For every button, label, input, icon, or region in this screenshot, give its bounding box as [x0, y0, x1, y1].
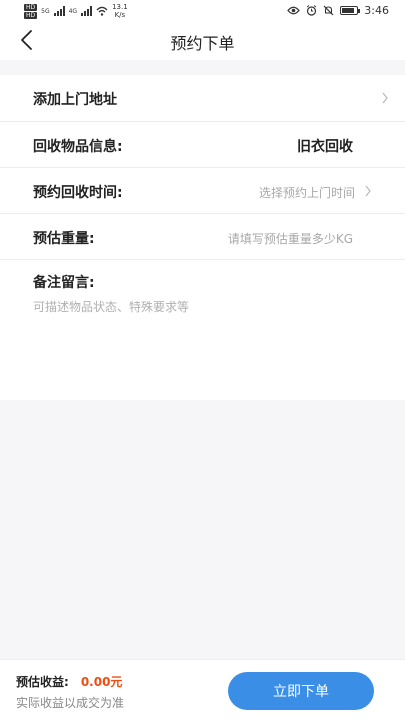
signal-icon [81, 6, 93, 16]
earnings-label: 预估收益: [16, 675, 69, 689]
network-5g-label: 5G [41, 7, 50, 15]
hd-badges: HD HD [24, 3, 38, 19]
item-info-label: 回收物品信息: [33, 139, 123, 155]
time-placeholder[interactable]: 选择预约上门时间 [259, 184, 355, 201]
submit-order-button[interactable]: 立即下单 [228, 672, 374, 710]
mute-icon [323, 5, 334, 16]
alarm-icon [306, 5, 317, 16]
nav-bar: 预约下单 [0, 22, 405, 60]
hd-badge: HD [24, 11, 38, 19]
status-time: 3:46 [364, 4, 389, 17]
signal-icon [53, 6, 65, 16]
network-speed: 13.1 K/s [112, 3, 128, 19]
time-label: 预约回收时间: [33, 185, 123, 201]
earnings-line: 预估收益: 0.00元 [16, 673, 122, 690]
status-right: 3:46 [287, 4, 389, 17]
time-row[interactable]: 预约回收时间: 选择预约上门时间 [0, 168, 405, 214]
hd-badge: HD [24, 3, 38, 11]
remark-section[interactable]: 备注留言: 可描述物品状态、特殊要求等 [0, 260, 405, 400]
earnings-value: 0.00元 [80, 675, 123, 689]
chevron-right-icon [365, 185, 371, 197]
order-form: 添加上门地址 回收物品信息: 旧衣回收 预约回收时间: 选择预约上门时间 预估重… [0, 75, 405, 400]
weight-input[interactable]: 请填写预估重量多少KG [228, 230, 353, 247]
earnings-note: 实际收益以成交为准 [16, 696, 125, 710]
chevron-right-icon [382, 92, 388, 104]
eye-icon [287, 6, 301, 15]
address-row[interactable]: 添加上门地址 [0, 75, 405, 122]
battery-icon [340, 6, 361, 15]
remark-input[interactable]: 可描述物品状态、特殊要求等 [33, 298, 189, 315]
item-info-row: 回收物品信息: 旧衣回收 [0, 122, 405, 168]
weight-label: 预估重量: [33, 231, 95, 247]
item-info-value: 旧衣回收 [297, 139, 353, 155]
status-bar: HD HD 5G 4G 13.1 K/s 3:46 [0, 0, 405, 22]
status-left: HD HD 5G 4G 13.1 K/s [24, 3, 128, 19]
wifi-icon [96, 6, 108, 16]
remark-label: 备注留言: [33, 275, 95, 291]
network-4g-label: 4G [68, 7, 78, 15]
bottom-bar: 预估收益: 0.00元 实际收益以成交为准 立即下单 [0, 659, 405, 720]
weight-row[interactable]: 预估重量: 请填写预估重量多少KG [0, 214, 405, 260]
page-title: 预约下单 [170, 34, 235, 53]
address-label: 添加上门地址 [33, 92, 117, 108]
